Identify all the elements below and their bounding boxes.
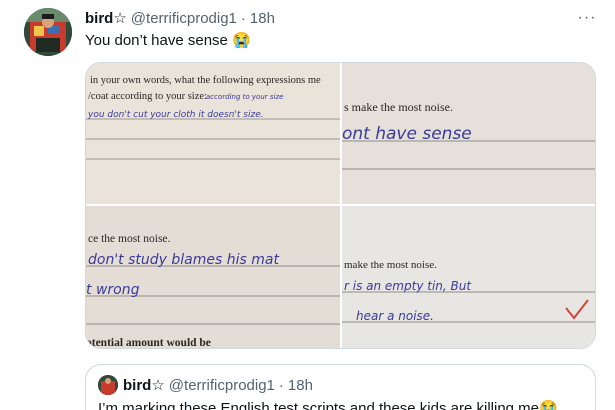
tweet[interactable]: bird ☆ @terrificprodig1 · 18h ··· You do… [0,0,615,410]
media-image-2[interactable]: s make the most noise. ont have sense [342,63,595,204]
handwriting-answer-1: r is an empty tin, But [344,279,472,293]
quoted-author-name: bird [123,376,152,394]
quoted-author-handle: @terrificprodig1 [168,376,275,394]
tweet-text: You don’t have sense 😭 [85,32,251,49]
handwriting-answer-2: hear a noise. [356,309,434,323]
handwriting-answer-1: don't study blames his mat [88,252,279,268]
quoted-tweet-header: bird ☆ @terrificprodig1 · 18h [98,375,313,395]
printed-expression: s make the most noise. [344,100,453,114]
more-options-icon[interactable]: ··· [575,6,599,30]
quoted-star-icon: ☆ [151,377,165,394]
media-grid: in your own words, what the following ex… [85,62,596,349]
star-icon: ☆ [113,10,127,27]
handwriting-answer-2: t wrong [86,282,140,298]
quoted-separator-dot: · [278,376,284,394]
quoted-timestamp: 18h [287,376,313,394]
handwriting-answer: ont have sense [342,124,472,144]
handwriting-note: according to your size [206,93,283,101]
separator-dot: · [240,9,246,27]
tweet-header: bird ☆ @terrificprodig1 · 18h [85,8,275,28]
media-image-4[interactable]: make the most noise. r is an empty tin, … [342,206,595,348]
printed-question: in your own words, what the following ex… [90,75,321,86]
media-image-3[interactable]: ce the most noise. don't study blames hi… [86,206,340,349]
printed-next-question: otential amount would be [86,337,211,349]
avatar-image [24,8,72,56]
media-image-1[interactable]: in your own words, what the following ex… [86,63,340,204]
quoted-tweet-text: I’m marking these English test scripts a… [98,400,558,410]
quoted-avatar [98,375,118,395]
author-handle[interactable]: @terrificprodig1 [131,10,237,27]
printed-expression: /coat according to your size: [88,91,207,102]
printed-expression: ce the most noise. [88,233,171,245]
handwriting-answer: you don't cut your cloth it doesn't size… [87,110,264,120]
author-name[interactable]: bird [85,10,113,27]
quoted-tweet[interactable]: bird ☆ @terrificprodig1 · 18h I’m markin… [85,364,596,410]
printed-expression: make the most noise. [344,259,437,271]
timestamp[interactable]: 18h [250,10,275,27]
avatar[interactable] [24,8,72,56]
